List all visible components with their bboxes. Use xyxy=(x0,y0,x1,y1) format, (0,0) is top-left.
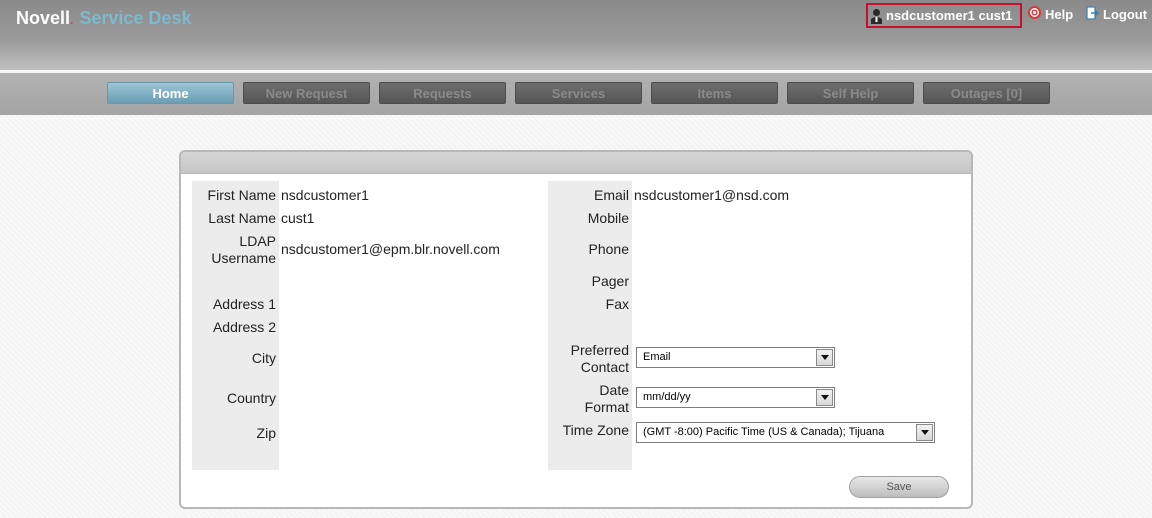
date-format-label-line1: Date xyxy=(599,382,629,398)
profile-panel: First Name nsdcustomer1 Last Name cust1 … xyxy=(179,150,973,509)
current-user-link[interactable]: nsdcustomer1 cust1 xyxy=(866,3,1022,28)
chevron-down-icon xyxy=(916,424,933,441)
first-name-label: First Name xyxy=(207,187,276,203)
tab-new-request[interactable]: New Request xyxy=(243,82,370,104)
tab-home[interactable]: Home xyxy=(107,82,234,104)
preferred-contact-label-line1: Preferred xyxy=(570,342,629,358)
zip-label: Zip xyxy=(256,425,276,441)
preferred-contact-label-line2: Contact xyxy=(580,359,629,375)
fax-label: Fax xyxy=(605,296,629,312)
ldap-username-label-line1: LDAP xyxy=(239,233,276,249)
first-name-value: nsdcustomer1 xyxy=(281,187,369,203)
tab-self-help[interactable]: Self Help xyxy=(787,82,914,104)
panel-header xyxy=(181,152,971,174)
country-label: Country xyxy=(226,390,276,406)
brand-name-novell: Novell xyxy=(16,8,71,28)
logout-link[interactable]: Logout xyxy=(1086,6,1147,23)
time-zone-select[interactable]: (GMT -8:00) Pacific Time (US & Canada); … xyxy=(636,422,935,443)
ldap-username-label: LDAP Username xyxy=(192,233,276,267)
help-link[interactable]: Help xyxy=(1028,6,1073,22)
email-value: nsdcustomer1@nsd.com xyxy=(634,187,790,203)
ldap-username-label-line2: Username xyxy=(211,250,276,266)
brand-logo: Novell. Service Desk xyxy=(16,8,192,28)
help-label: Help xyxy=(1045,6,1074,22)
tab-outages[interactable]: Outages [0] xyxy=(923,82,1050,104)
save-button[interactable]: Save xyxy=(849,476,949,498)
ldap-username-value: nsdcustomer1@epm.blr.novell.com xyxy=(281,241,500,257)
tab-items[interactable]: Items xyxy=(651,82,778,104)
chevron-down-icon xyxy=(816,389,833,406)
date-format-label-line2: Format xyxy=(584,399,629,415)
last-name-value: cust1 xyxy=(281,210,315,226)
address2-label: Address 2 xyxy=(212,319,276,335)
tab-services[interactable]: Services xyxy=(515,82,642,104)
phone-label: Phone xyxy=(588,241,629,257)
logout-icon xyxy=(1086,6,1100,23)
time-zone-label: Time Zone xyxy=(562,422,629,438)
preferred-contact-select[interactable]: Email xyxy=(636,347,835,368)
date-format-select[interactable]: mm/dd/yy xyxy=(636,387,835,408)
time-zone-selected: (GMT -8:00) Pacific Time (US & Canada); … xyxy=(643,426,885,438)
preferred-contact-label: Preferred Contact xyxy=(548,342,629,376)
preferred-contact-selected: Email xyxy=(643,351,671,363)
city-label: City xyxy=(251,350,276,366)
logout-label: Logout xyxy=(1103,7,1148,22)
app-header: Novell. Service Desk nsdcustomer1 cust1 H… xyxy=(0,0,1152,72)
mobile-label: Mobile xyxy=(587,210,629,226)
email-label: Email xyxy=(593,187,629,203)
main-nav: Home New Request Requests Services Items… xyxy=(0,73,1152,115)
pager-label: Pager xyxy=(591,273,629,289)
tab-requests[interactable]: Requests xyxy=(379,82,506,104)
address1-label: Address 1 xyxy=(212,296,276,312)
user-display-name: nsdcustomer1 cust1 xyxy=(886,8,1013,23)
brand-name-service-desk: Service Desk xyxy=(79,8,192,28)
last-name-label: Last Name xyxy=(208,210,276,226)
help-icon xyxy=(1028,6,1041,22)
date-format-label: Date Format xyxy=(548,382,629,416)
chevron-down-icon xyxy=(816,349,833,366)
date-format-selected: mm/dd/yy xyxy=(643,391,691,403)
user-icon xyxy=(870,8,883,24)
